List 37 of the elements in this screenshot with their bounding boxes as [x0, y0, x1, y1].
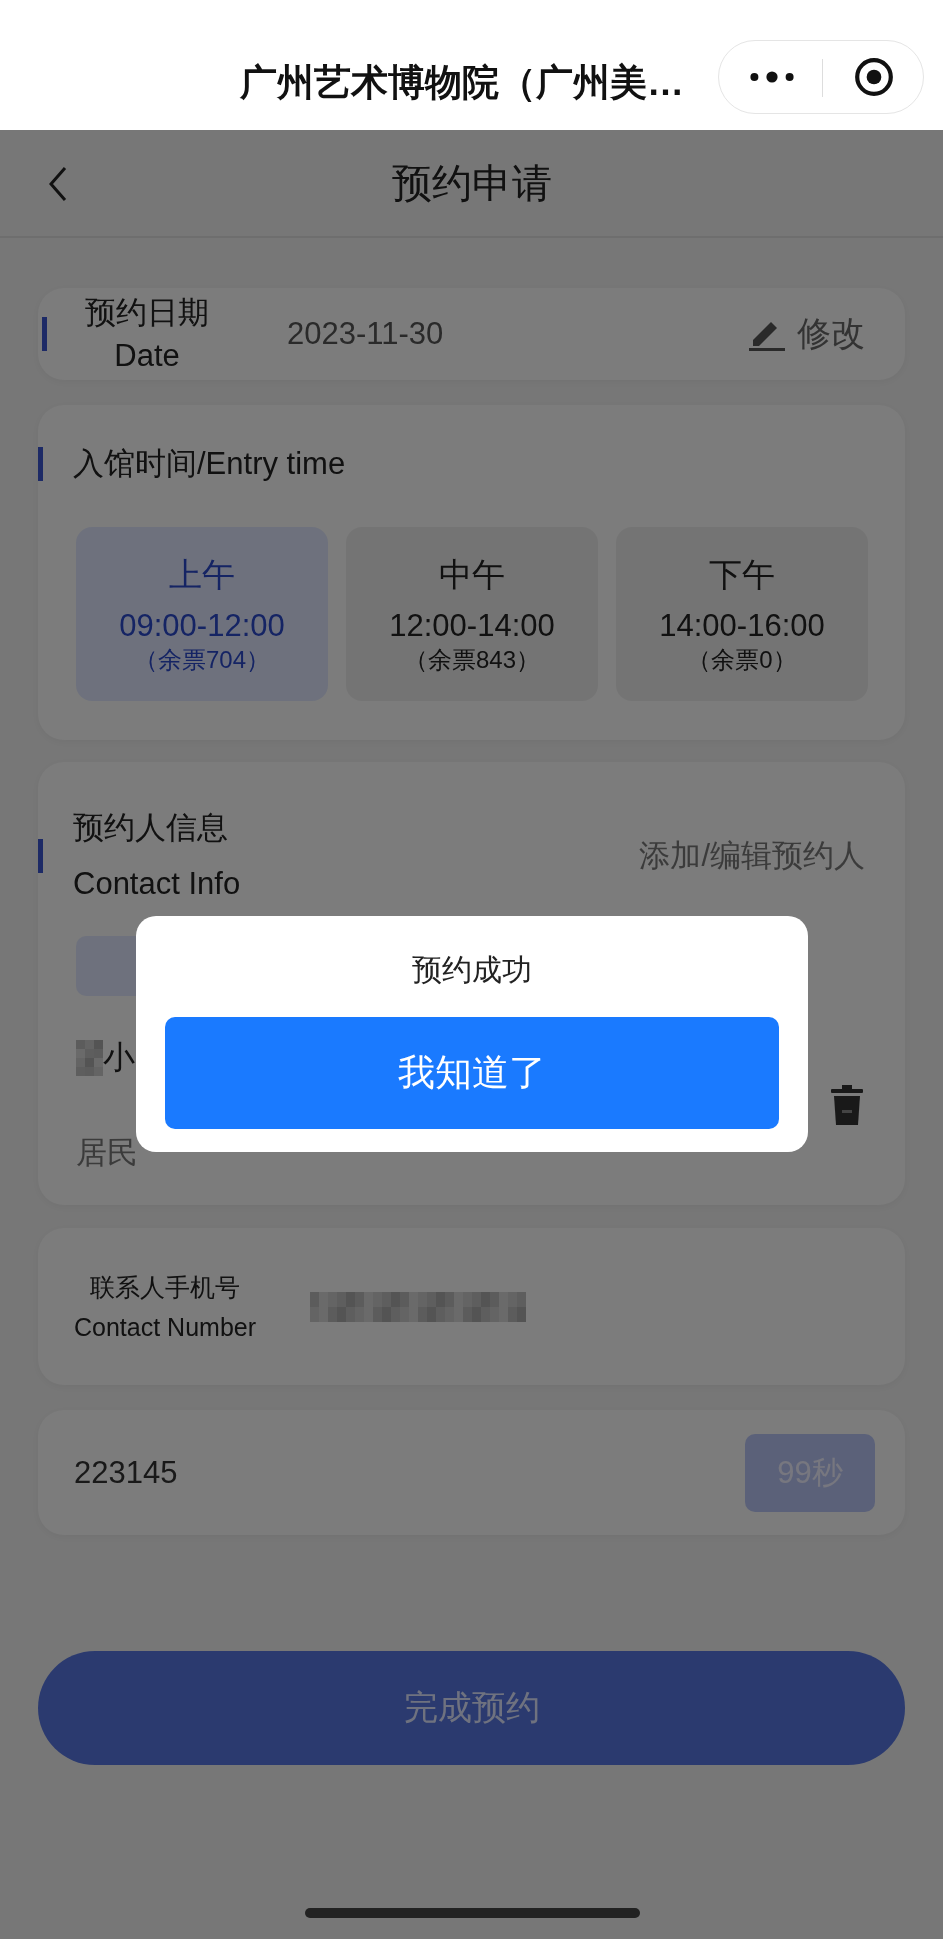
time-slot[interactable]: 中午 12:00-14:00 （余票843） — [346, 527, 598, 701]
submit-button[interactable]: 完成预约 — [38, 1651, 905, 1765]
slot-period: 下午 — [709, 555, 775, 595]
section-title-en: Contact Info — [73, 864, 241, 903]
pixelated-mosaic — [76, 1039, 103, 1076]
code-field[interactable]: 223145 — [74, 1454, 745, 1491]
date-value: 2023-11-30 — [287, 316, 445, 352]
confirm-button[interactable]: 我知道了 — [165, 1017, 779, 1129]
slot-time: 14:00-16:00 — [659, 608, 825, 644]
app-title: 广州艺术博物院（广州美… — [240, 61, 684, 105]
time-slot[interactable]: 下午 14:00-16:00 （余票0） — [616, 527, 868, 701]
accent-bar — [42, 317, 47, 351]
trash-icon[interactable] — [829, 1083, 865, 1126]
slot-period: 中午 — [439, 555, 505, 595]
time-slot[interactable]: 上午 09:00-12:00 （余票704） — [76, 527, 328, 701]
back-icon[interactable] — [48, 166, 68, 202]
edit-link[interactable]: 修改 — [797, 311, 865, 357]
slot-period: 上午 — [169, 555, 235, 595]
add-edit-link[interactable]: 添加/编辑预约人 — [639, 834, 865, 877]
page-title: 预约申请 — [391, 159, 552, 207]
slot-remaining: （余票704） — [133, 645, 270, 675]
date-label: 预约日期 — [85, 293, 209, 332]
dialog-title: 预约成功 — [412, 952, 532, 988]
date-label-en: Date — [114, 337, 180, 375]
section-title: 入馆时间/Entry time — [73, 445, 346, 483]
person-name: 小 — [103, 1037, 135, 1077]
accent-bar — [38, 838, 43, 873]
slot-time: 12:00-14:00 — [389, 608, 555, 644]
slot-remaining: （余票843） — [403, 645, 540, 675]
more-icon[interactable] — [747, 69, 796, 85]
phone-label-en: Contact Number — [74, 1311, 257, 1343]
phone-label: 联系人手机号 — [90, 1271, 240, 1303]
section-title: 预约人信息 — [73, 809, 229, 847]
accent-bar — [38, 447, 43, 481]
slot-remaining: （余票0） — [687, 645, 797, 675]
slot-time: 09:00-12:00 — [119, 608, 285, 644]
id-type: 居民 — [76, 1133, 139, 1172]
